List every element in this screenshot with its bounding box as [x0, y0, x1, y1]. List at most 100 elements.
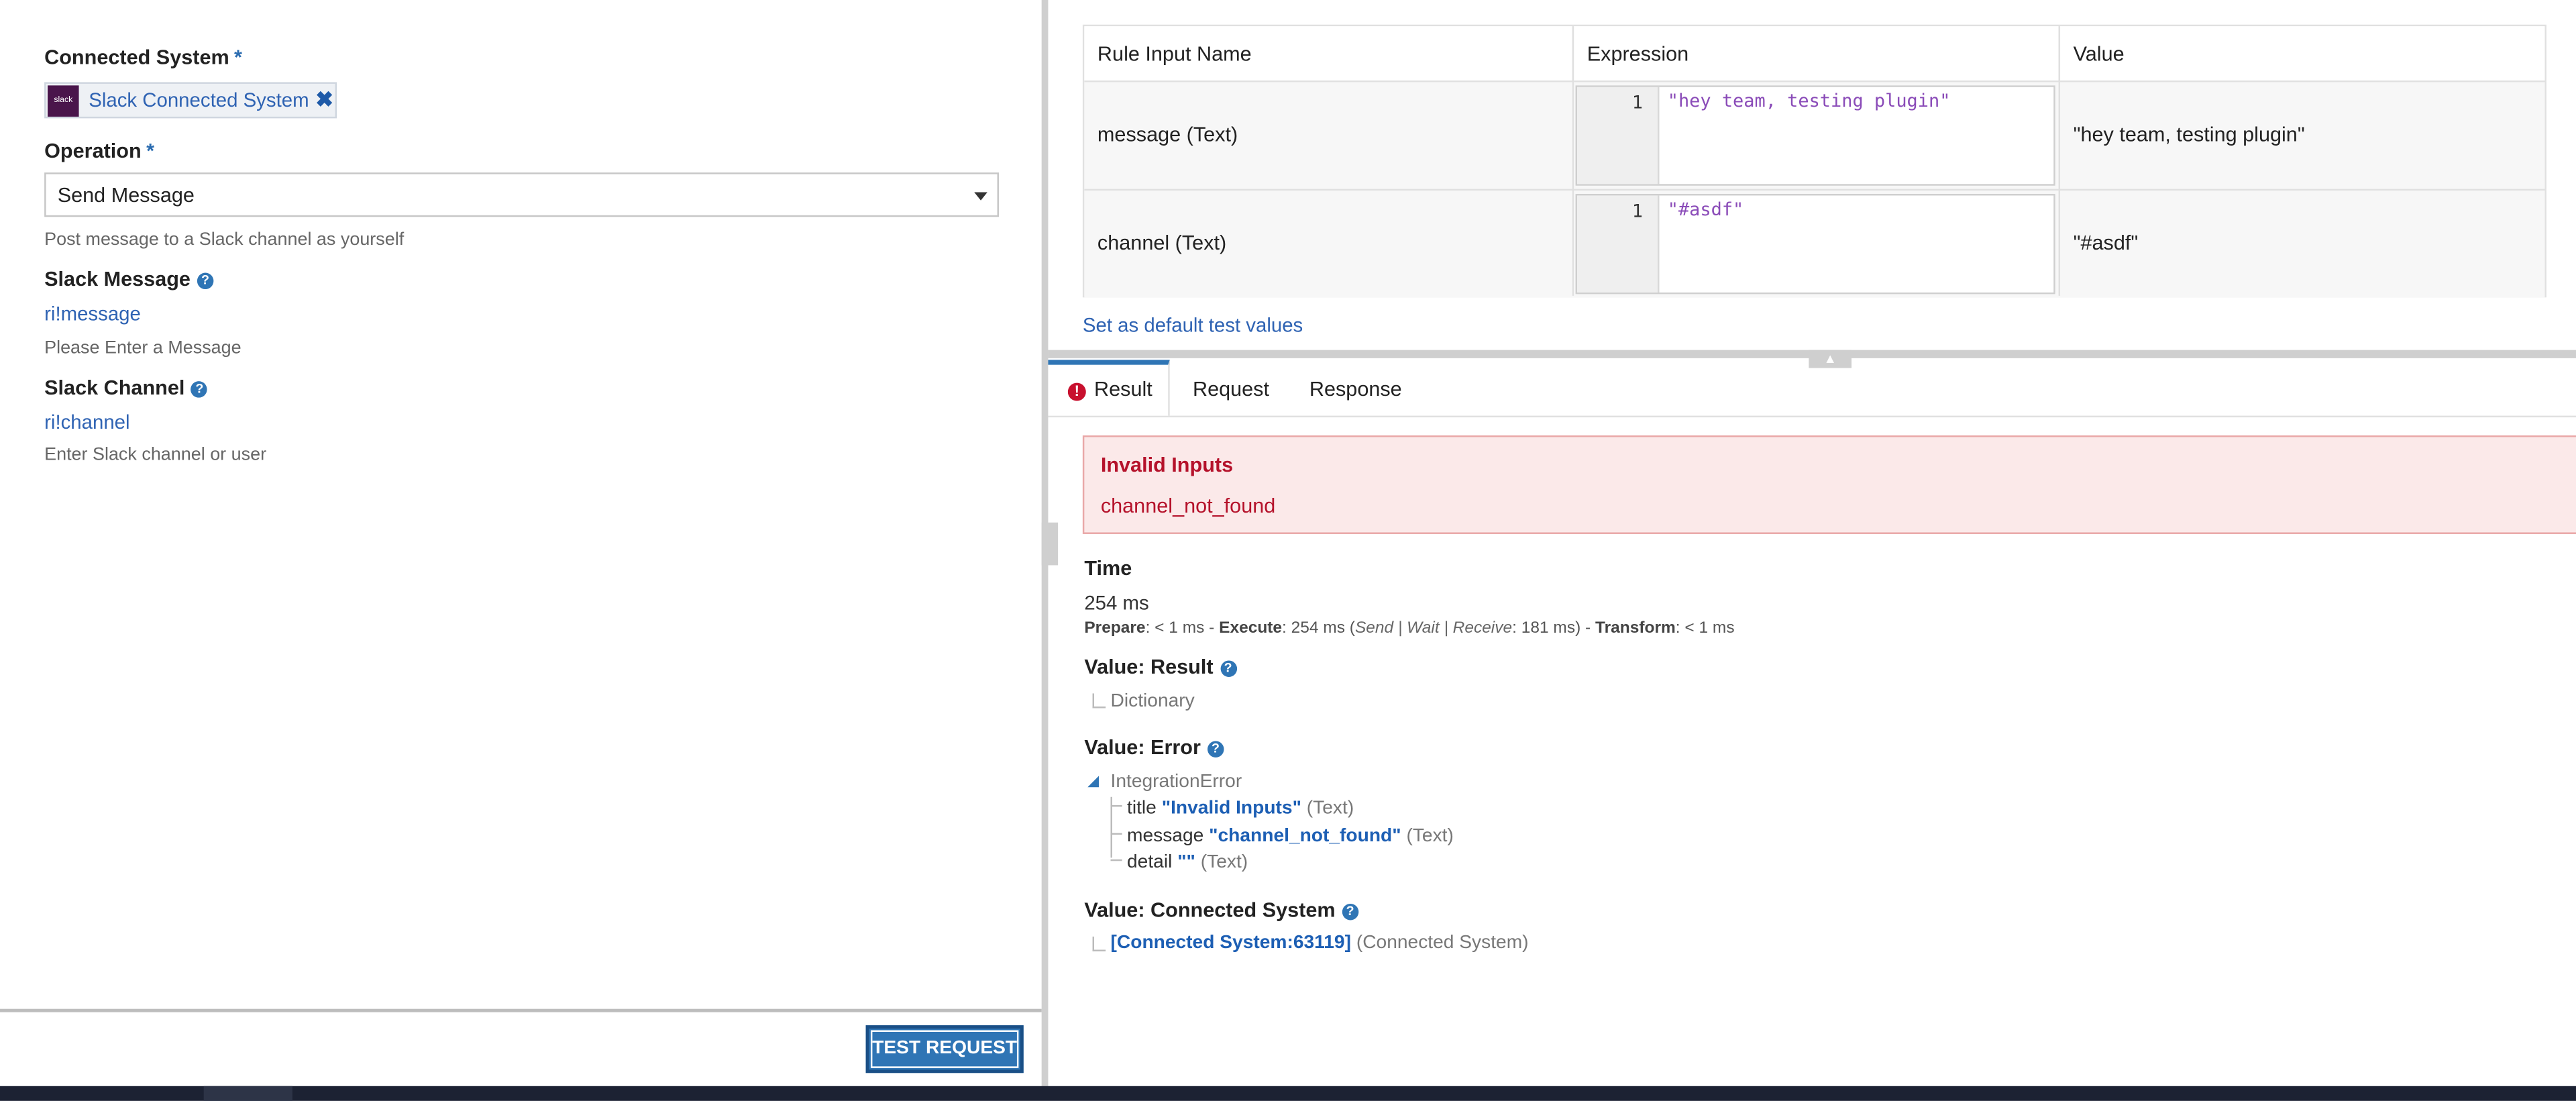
help-icon[interactable]: ? [1207, 741, 1224, 757]
column-header-value: Value [2060, 26, 2545, 83]
value-connected-system-heading: Value: Connected System? [1084, 899, 1358, 922]
column-divider [1572, 26, 1574, 296]
operation-label: Operation * [44, 140, 154, 162]
tab-request[interactable]: Request [1193, 360, 1269, 415]
set-default-test-values-link[interactable]: Set as default test values [1083, 314, 1303, 337]
transform-label: Transform [1595, 619, 1676, 638]
operation-select-value: Send Message [57, 184, 195, 207]
rule-inputs-table: Rule Input Name Expression Value message… [1082, 24, 2546, 298]
connected-system-label-text: Connected System [44, 46, 229, 69]
vertical-splitter[interactable] [1041, 0, 1059, 1086]
value-error-heading: Value: Error? [1084, 736, 1224, 759]
connected-system-link[interactable]: [Connected System:63119] [1111, 933, 1351, 953]
value-connected-system-label: Value: Connected System [1084, 898, 1336, 922]
horizontal-splitter[interactable]: ▲ [1048, 350, 2576, 368]
expression-editor[interactable]: 1 "hey team, testing plugin" [1575, 85, 2055, 186]
field-key: detail [1127, 853, 1173, 873]
test-request-button[interactable]: TEST REQUEST [865, 1025, 1024, 1073]
rule-input-value: "#asdf" [2073, 231, 2139, 255]
field-value: "" [1177, 853, 1195, 873]
execute-label: Execute [1219, 619, 1283, 638]
field-value: "channel_not_found" [1209, 826, 1401, 847]
rule-input-name: message (Text) [1097, 123, 1238, 146]
time-heading: Time [1084, 557, 1132, 580]
expression-code[interactable]: "#asdf" [1668, 199, 1744, 220]
execute-value: : 254 ms ( [1282, 619, 1355, 638]
slack-message-value[interactable]: ri!message [44, 303, 141, 325]
field-key: title [1127, 798, 1157, 819]
tree-connector [1110, 831, 1122, 835]
error-title: Invalid Inputs [1100, 453, 1234, 477]
field-value: "Invalid Inputs" [1161, 798, 1301, 819]
table-row: message (Text) 1 "hey team, testing plug… [1084, 82, 2545, 191]
slack-channel-value[interactable]: ri!channel [44, 411, 129, 433]
taskbar [0, 1086, 2576, 1101]
expand-triangle-icon[interactable]: ◢ [1087, 772, 1099, 790]
field-type: (Text) [1306, 798, 1354, 819]
slack-channel-hint: Enter Slack channel or user [44, 445, 267, 466]
slack-channel-label: Slack Channel? [44, 376, 208, 399]
tree-connector [1110, 857, 1122, 861]
prepare-value: : < 1 ms - [1145, 619, 1220, 638]
transform-value: : < 1 ms [1675, 619, 1735, 638]
tree-connector [1092, 693, 1106, 709]
operation-label-text: Operation [44, 140, 142, 163]
connected-system-chip[interactable]: slack Slack Connected System ✖ [44, 82, 337, 119]
column-divider [2058, 26, 2061, 296]
tab-result-label: Result [1094, 378, 1152, 401]
rule-input-name: channel (Text) [1097, 231, 1227, 255]
required-mark: * [146, 140, 155, 163]
value-result-label: Value: Result [1084, 656, 1214, 679]
column-header-rule-input: Rule Input Name [1084, 26, 1574, 83]
connected-system-result: [Connected System:63119] (Connected Syst… [1111, 933, 1529, 953]
value-result-item: Dictionary [1110, 692, 1195, 712]
tree-field-message: message "channel_not_found" (Text) [1127, 827, 1454, 846]
help-icon[interactable]: ? [1342, 903, 1358, 921]
left-pane: Connected System * slack Slack Connected … [0, 0, 1042, 1009]
operation-select[interactable]: Send Message [44, 172, 999, 217]
line-number: 1 [1631, 200, 1643, 222]
field-type: (Text) [1406, 826, 1454, 847]
field-key: message [1127, 826, 1204, 847]
tree-connector [1092, 936, 1106, 951]
expression-code[interactable]: "hey team, testing plugin" [1668, 91, 1951, 112]
connected-system-type: (Connected System) [1356, 933, 1529, 953]
value-error-label: Value: Error [1084, 736, 1201, 759]
time-breakdown: Prepare: < 1 ms - Execute: 254 ms (Send … [1084, 619, 1734, 637]
tree-connector [1110, 804, 1122, 807]
operation-description: Post message to a Slack channel as yours… [44, 229, 405, 250]
collapse-left-icon[interactable] [1041, 522, 1059, 566]
column-header-expression: Expression [1574, 26, 2061, 83]
taskbar-item[interactable] [203, 1086, 292, 1101]
help-icon[interactable]: ? [197, 272, 214, 290]
rule-input-value: "hey team, testing plugin" [2073, 123, 2305, 146]
chevron-down-icon [974, 192, 987, 201]
error-banner: Invalid Inputs channel_not_found [1082, 435, 2576, 534]
time-total: 254 ms [1084, 591, 1149, 615]
tree-field-detail: detail "" (Text) [1127, 853, 1248, 872]
slack-message-label: Slack Message? [44, 268, 214, 291]
tab-response[interactable]: Response [1309, 360, 1402, 415]
slack-logo-icon: slack [48, 85, 79, 117]
line-number: 1 [1631, 92, 1643, 113]
result-tabs: ! Result Request Response [1048, 360, 2576, 418]
slack-message-label-text: Slack Message [44, 268, 191, 291]
help-icon[interactable]: ? [1220, 660, 1236, 677]
help-icon[interactable]: ? [191, 381, 208, 398]
slack-channel-label-text: Slack Channel [44, 376, 185, 400]
line-gutter: 1 [1577, 195, 1660, 293]
slack-message-hint: Please Enter a Message [44, 338, 241, 358]
connected-system-label: Connected System * [44, 46, 242, 69]
tree-root-integration-error[interactable]: IntegrationError [1111, 772, 1242, 792]
line-gutter: 1 [1577, 87, 1660, 185]
connected-system-chip-label[interactable]: Slack Connected System [89, 89, 309, 111]
error-message: channel_not_found [1100, 494, 1276, 518]
expression-editor[interactable]: 1 "#asdf" [1575, 193, 2055, 295]
required-mark: * [234, 46, 242, 69]
tree-field-title: title "Invalid Inputs" (Text) [1127, 798, 1354, 818]
table-row: channel (Text) 1 "#asdf" "#asdf" [1084, 191, 2545, 298]
value-result-heading: Value: Result? [1084, 656, 1236, 678]
remove-chip-icon[interactable]: ✖ [315, 87, 333, 113]
tab-result[interactable]: ! Result [1048, 360, 1170, 416]
prepare-label: Prepare [1084, 619, 1146, 638]
